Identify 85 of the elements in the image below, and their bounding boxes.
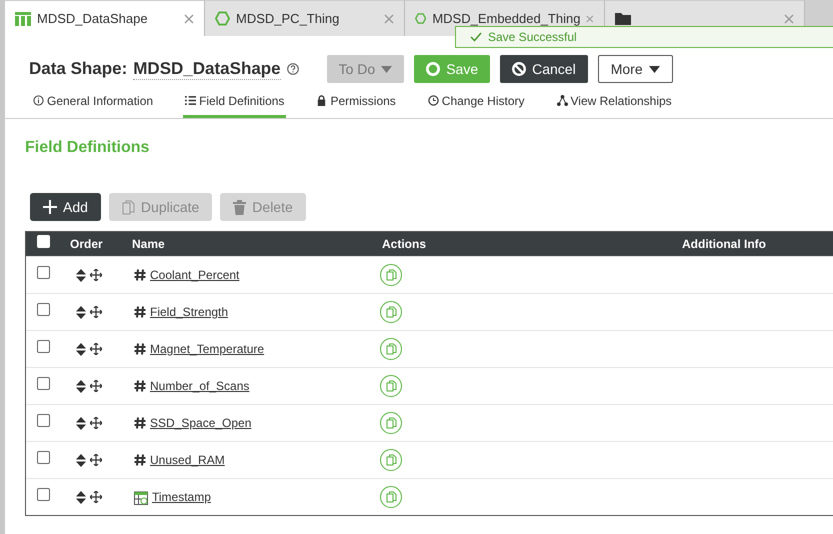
circle-icon <box>426 62 440 76</box>
move-icon[interactable] <box>90 416 102 428</box>
move-icon[interactable] <box>90 342 102 354</box>
sort-icon[interactable] <box>76 490 86 504</box>
move-icon[interactable] <box>90 380 102 392</box>
entity-name: MDSD_DataShape <box>133 58 281 80</box>
row-checkbox[interactable] <box>37 340 50 353</box>
sort-icon[interactable] <box>76 416 86 430</box>
add-button[interactable]: Add <box>30 193 101 221</box>
duplicate-field-button[interactable] <box>380 412 402 434</box>
duplicate-field-button[interactable] <box>380 375 402 397</box>
entity-type-label: Data Shape: <box>29 59 128 79</box>
columns-icon <box>15 12 31 26</box>
field-name-link[interactable]: Unused_RAM <box>150 453 225 467</box>
caret-icon <box>381 66 392 72</box>
help-icon[interactable] <box>286 63 299 75</box>
duplicate-field-button[interactable] <box>380 264 402 286</box>
section-tab[interactable]: Permissions <box>314 86 398 118</box>
copy-icon <box>122 200 135 214</box>
move-icon[interactable] <box>90 490 102 502</box>
cancel-button[interactable]: Cancel <box>500 55 588 83</box>
sort-icon[interactable] <box>76 268 86 282</box>
copy-icon <box>386 491 396 503</box>
row-checkbox[interactable] <box>37 377 50 390</box>
list-icon <box>185 95 196 106</box>
field-name-link[interactable]: Field_Strength <box>150 305 228 319</box>
sort-icon[interactable] <box>76 342 86 356</box>
column-header: Additional Info <box>681 237 767 251</box>
hash-icon <box>134 306 146 318</box>
duplicate-field-button[interactable] <box>380 449 402 471</box>
field-name-link[interactable]: Magnet_Temperature <box>150 342 264 356</box>
copy-icon <box>386 380 396 392</box>
hash-icon <box>134 269 146 281</box>
duplicate-field-button[interactable] <box>380 486 402 508</box>
hexagon-icon <box>215 11 230 26</box>
hash-icon <box>134 417 146 429</box>
copy-icon <box>386 306 396 318</box>
hexagon-icon <box>415 11 426 26</box>
lock-icon <box>316 95 328 106</box>
row-checkbox[interactable] <box>37 488 50 501</box>
move-icon[interactable] <box>90 306 102 318</box>
section-title: Field Definitions <box>25 139 150 156</box>
calendar-clock-icon <box>134 490 148 504</box>
clock-icon <box>428 95 439 106</box>
field-name-link[interactable]: Coolant_Percent <box>150 268 240 282</box>
section-tab[interactable]: View Relationships <box>554 86 674 118</box>
row-checkbox[interactable] <box>37 414 50 427</box>
move-icon[interactable] <box>90 454 102 466</box>
hash-icon <box>134 380 146 392</box>
sort-icon[interactable] <box>76 380 86 392</box>
field-name-link[interactable]: Number_of_Scans <box>150 379 250 393</box>
row-checkbox[interactable] <box>37 266 50 279</box>
sort-icon[interactable] <box>76 454 86 466</box>
caret-icon <box>648 66 660 72</box>
info-icon <box>33 95 44 106</box>
sort-icon[interactable] <box>76 306 86 318</box>
document-tab[interactable]: MDSD_DataShape <box>5 0 205 36</box>
row-checkbox[interactable] <box>37 451 50 464</box>
column-header: Name <box>131 237 166 251</box>
document-tab[interactable]: MDSD_PC_Thing <box>205 0 405 36</box>
section-tab[interactable]: General Information <box>31 86 156 118</box>
copy-icon <box>386 343 396 355</box>
copy-icon <box>386 454 396 466</box>
column-header: Order <box>69 237 104 251</box>
hash-icon <box>134 454 146 466</box>
section-tab[interactable]: Change History <box>426 86 527 118</box>
field-name-link[interactable]: Timestamp <box>152 490 211 504</box>
copy-icon <box>386 269 396 281</box>
duplicate-field-button[interactable] <box>380 301 402 323</box>
ban-icon <box>512 62 526 76</box>
plus-icon <box>43 200 57 214</box>
move-icon[interactable] <box>90 268 102 280</box>
checkmark-icon <box>470 32 482 42</box>
hierarchy-icon <box>556 95 568 106</box>
row-checkbox[interactable] <box>37 303 50 316</box>
trash-icon <box>233 200 246 214</box>
duplicate-field-button[interactable] <box>380 338 402 360</box>
select-all-checkbox[interactable] <box>37 235 50 248</box>
more-dropdown[interactable]: More <box>598 55 673 83</box>
column-header: Actions <box>381 237 428 251</box>
section-tab[interactable]: Field Definitions <box>183 86 286 118</box>
copy-icon <box>386 417 396 429</box>
field-name-link[interactable]: SSD_Space_Open <box>150 416 252 430</box>
close-icon[interactable] <box>184 14 194 24</box>
hash-icon <box>134 343 146 355</box>
